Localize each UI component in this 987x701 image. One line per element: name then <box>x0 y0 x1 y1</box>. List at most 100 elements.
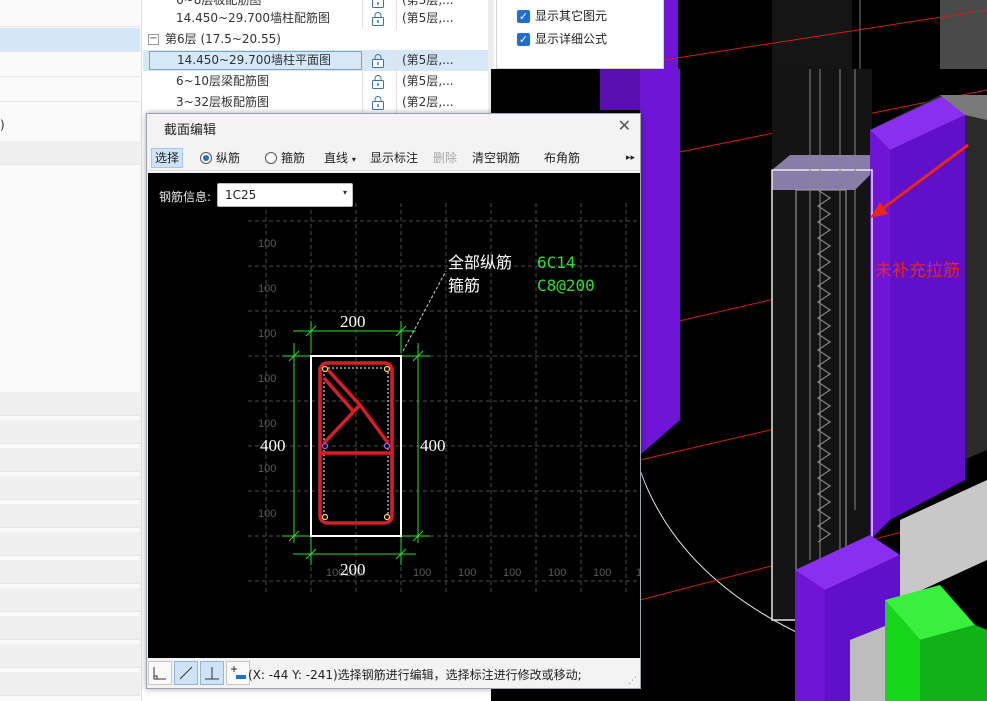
dimension-bottom[interactable]: 200 <box>340 560 366 579</box>
label-stirrup: 箍筋 <box>448 276 480 295</box>
show-dimension-button[interactable]: 显示标注 <box>370 148 418 168</box>
grid-x-label: 100 <box>458 567 476 579</box>
purple-column <box>640 69 680 455</box>
left-paren-text: ) <box>0 118 5 132</box>
tree-row-label: 14.450~29.700墙柱平面图 <box>149 51 362 70</box>
tree-row-selected[interactable]: 14.450~29.700墙柱平面图 (第5层,... <box>143 50 488 71</box>
corner-rebar-button[interactable]: 布角筋 <box>544 148 580 168</box>
dialog-title: 截面编辑 <box>164 123 217 138</box>
section-edit-dialog: 截面编辑 ✕ 选择 纵筋 箍筋 直线 ▾ 显示标注 删除 清空钢筋 布角筋 ▸▸ <box>146 113 641 689</box>
dimension-left[interactable]: 400 <box>260 436 286 455</box>
lock-icon[interactable] <box>370 11 386 26</box>
tree-row-label: 3~32层板配筋图 <box>176 95 269 109</box>
left-row[interactable] <box>0 560 140 584</box>
column-divider <box>396 92 397 113</box>
resize-grip-icon[interactable]: ⋰ <box>628 676 637 686</box>
tree-group-floor-6[interactable]: − 第6层 (17.5~20.55) <box>143 29 488 50</box>
value-stirrup[interactable]: C8@200 <box>537 276 595 295</box>
add-point-button[interactable] <box>226 661 250 685</box>
column-divider <box>396 8 397 29</box>
left-row[interactable] <box>0 392 140 416</box>
left-row-selected[interactable] <box>0 28 140 52</box>
left-row[interactable] <box>0 644 140 668</box>
lock-icon[interactable] <box>370 95 386 110</box>
checkmark-icon: ✓ <box>517 33 530 46</box>
grid-y-label: 100 <box>258 508 276 520</box>
left-row[interactable] <box>0 504 140 528</box>
left-row[interactable] <box>0 0 140 27</box>
purple-column <box>870 130 890 540</box>
dimension-top[interactable]: 200 <box>340 312 366 331</box>
dialog-titlebar[interactable]: 截面编辑 ✕ <box>147 114 640 139</box>
value-longitudinal[interactable]: 6C14 <box>537 253 576 272</box>
left-row[interactable] <box>0 53 140 77</box>
tree-row-info: (第5层,... <box>402 11 454 25</box>
drawing-tree: 6~8层板配筋图 (第3层,... 14.450~29.700墙柱配筋图 (第5… <box>143 0 631 114</box>
line-label: 直线 <box>324 151 349 165</box>
perpendicular-snap-button[interactable] <box>200 661 224 685</box>
section-canvas[interactable]: 100 100 100 100 100 100 100 100 100 100 1… <box>148 173 640 658</box>
rebar-info-select[interactable]: 1C25 ▾ <box>217 183 353 207</box>
longitudinal-rebar-radio[interactable]: 纵筋 <box>200 148 240 168</box>
left-row[interactable] <box>0 78 140 102</box>
rebar-info-value: 1C25 <box>225 188 257 202</box>
tree-row-info: (第2层,... <box>402 95 454 109</box>
chevron-down-icon: ▾ <box>342 188 347 197</box>
close-icon[interactable]: ✕ <box>618 116 631 135</box>
wall-shadow <box>772 0 852 69</box>
left-row[interactable] <box>0 420 140 444</box>
ortho-icon <box>153 667 166 680</box>
left-row[interactable] <box>0 476 140 500</box>
left-row[interactable] <box>0 141 140 165</box>
stirrup-radio[interactable]: 箍筋 <box>265 148 305 168</box>
tree-row[interactable]: 14.450~29.700墙柱配筋图 (第5层,... <box>143 8 488 29</box>
status-text: (X: -44 Y: -241)选择钢筋进行编辑，选择标注进行修改或移动; <box>248 668 582 682</box>
left-row[interactable] <box>0 448 140 472</box>
lock-icon[interactable] <box>370 53 386 68</box>
grid-y-label: 100 <box>258 373 276 385</box>
add-point-icon <box>231 666 246 679</box>
grid-x-label: 100 <box>503 567 521 579</box>
diagonal-line-icon <box>179 666 193 680</box>
grid-y-label: 100 <box>258 463 276 475</box>
grid-x-label: 100 <box>636 567 640 579</box>
grid-y-label: 100 <box>258 328 276 340</box>
grid-x-label: 100 <box>593 567 611 579</box>
clear-rebar-button[interactable]: 清空钢筋 <box>472 148 520 168</box>
checkbox-label: 显示详细公式 <box>535 32 608 46</box>
more-tools-icon[interactable]: ▸▸ <box>626 148 635 168</box>
left-row[interactable] <box>0 616 140 640</box>
app-window: { "left_pane": { "paren_text": ")" }, "t… <box>0 0 987 701</box>
rebar-point[interactable] <box>383 442 391 450</box>
line-dropdown[interactable]: 直线 ▾ <box>324 148 356 168</box>
ortho-snap-button[interactable] <box>148 661 172 685</box>
viewport-top-svg <box>664 0 987 69</box>
collapse-toggle[interactable]: − <box>148 34 159 45</box>
dialog-toolbar: 选择 纵筋 箍筋 直线 ▾ 显示标注 删除 清空钢筋 布角筋 ▸▸ <box>147 144 640 171</box>
left-row[interactable] <box>0 672 140 696</box>
gray-wall <box>940 0 987 69</box>
show-detail-formula-checkbox[interactable]: ✓ 显示详细公式 <box>517 31 657 49</box>
lock-icon[interactable] <box>370 0 386 8</box>
left-row[interactable] <box>0 588 140 612</box>
label-longitudinal: 全部纵筋 <box>448 253 512 272</box>
radio-selected-icon <box>200 152 212 164</box>
select-tool-button[interactable]: 选择 <box>151 148 184 168</box>
left-row[interactable] <box>0 532 140 556</box>
rebar-info-label: 钢筋信息: <box>159 190 212 204</box>
radio-label: 箍筋 <box>281 151 306 165</box>
lock-icon[interactable] <box>370 74 386 89</box>
tree-row[interactable]: 3~32层板配筋图 (第2层,... <box>143 92 488 113</box>
line-snap-button[interactable] <box>174 661 198 685</box>
rebar-point[interactable] <box>321 442 329 450</box>
radio-label: 纵筋 <box>216 151 241 165</box>
dialog-statusbar: (X: -44 Y: -241)选择钢筋进行编辑，选择标注进行修改或移动; ⋰ <box>147 659 640 688</box>
dimension-right[interactable]: 400 <box>420 436 446 455</box>
chevron-down-icon: ▾ <box>351 155 356 164</box>
show-other-elements-checkbox[interactable]: ✓ 显示其它图元 <box>517 8 657 26</box>
tree-row-info: (第5层,... <box>402 53 454 67</box>
delete-button[interactable]: 删除 <box>433 148 457 168</box>
tree-row[interactable]: 6~10层梁配筋图 (第5层,... <box>143 71 488 92</box>
column-divider <box>362 92 363 113</box>
grid-y-label: 100 <box>258 418 276 430</box>
